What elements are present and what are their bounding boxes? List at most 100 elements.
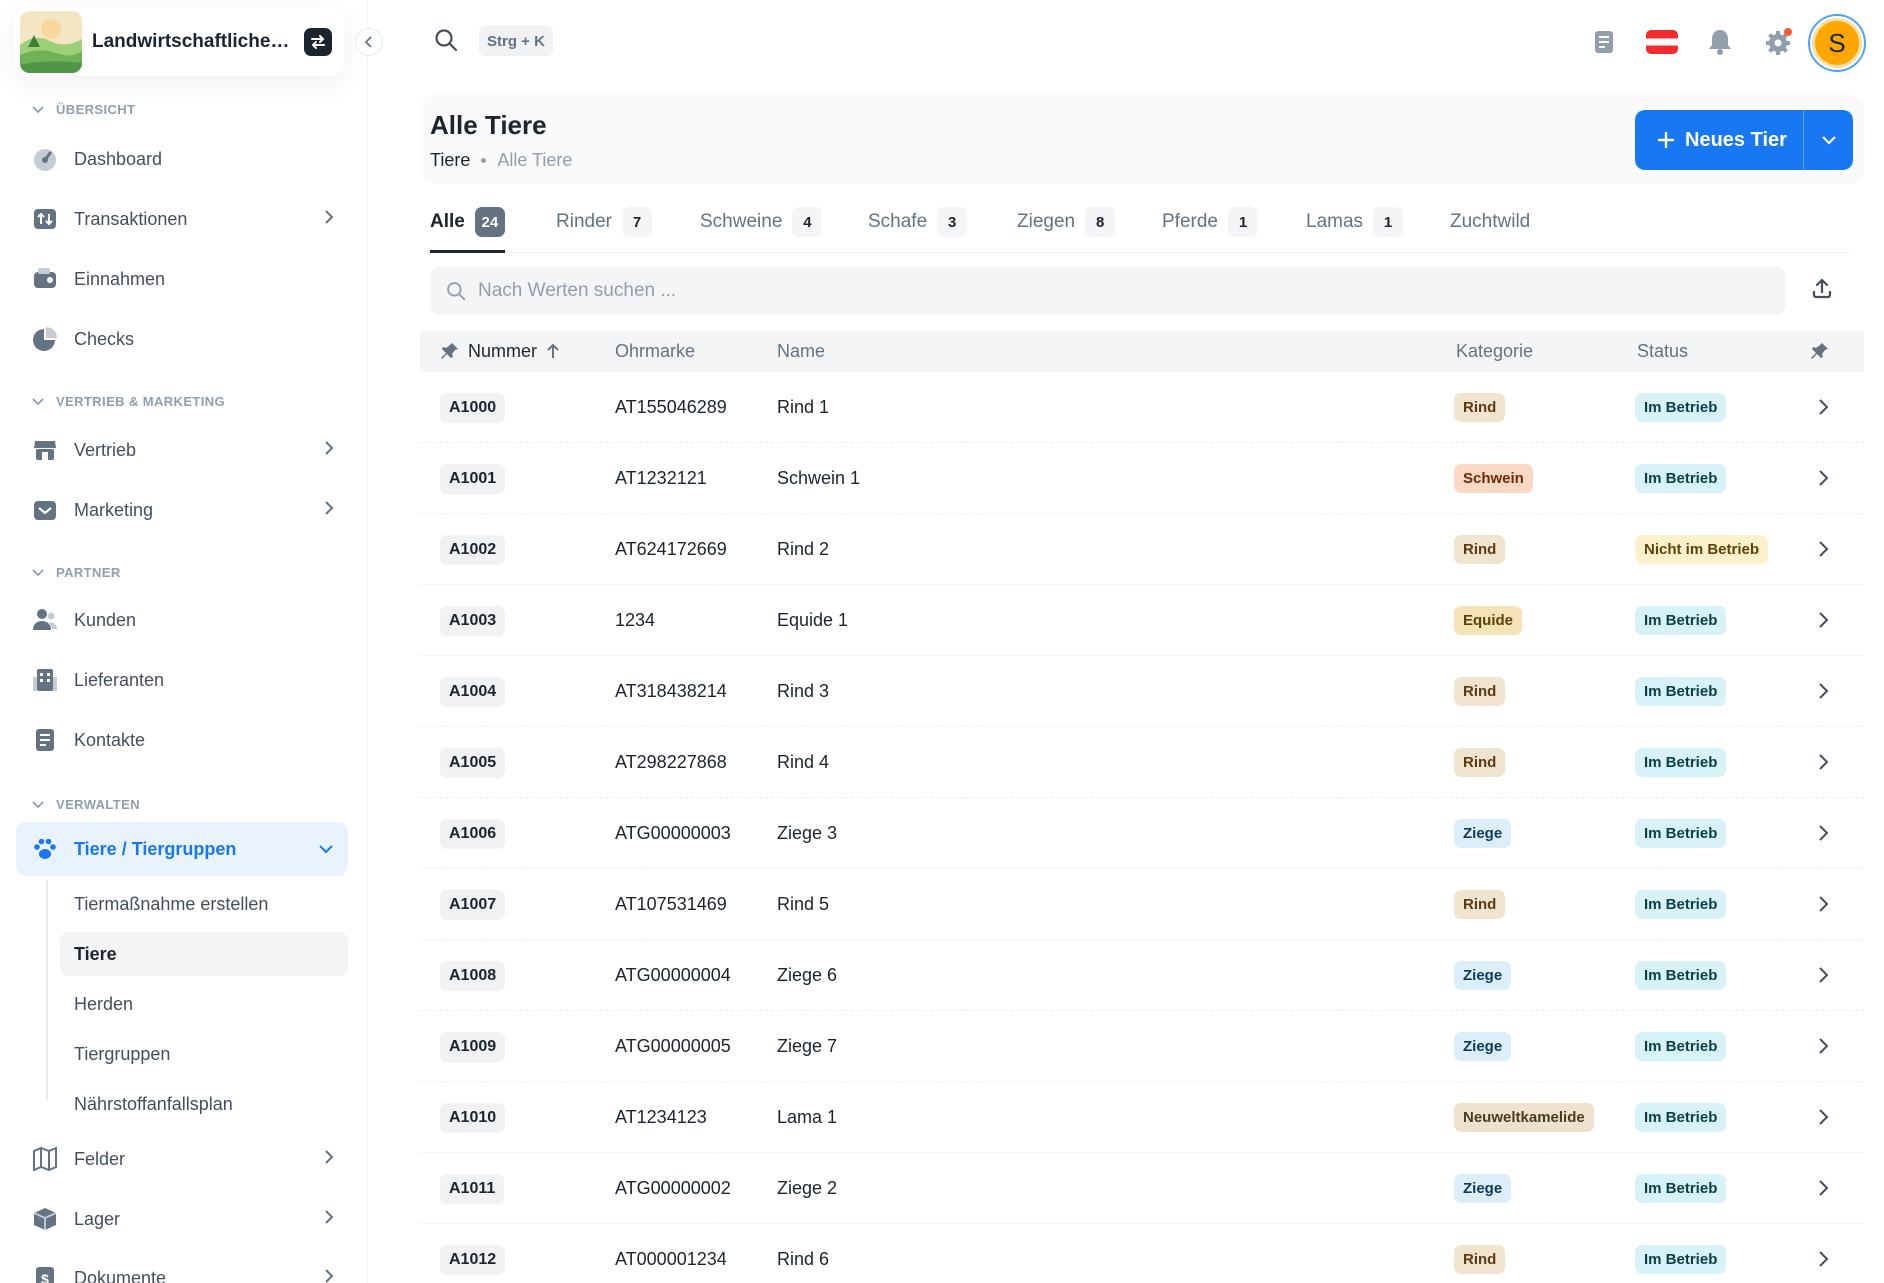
chevron-right-icon[interactable] xyxy=(1817,468,1829,488)
chevron-right-icon[interactable] xyxy=(1817,1249,1829,1269)
pin-icon xyxy=(1811,343,1828,359)
subitem-tiere[interactable]: Tiere xyxy=(60,932,348,976)
table-search-input[interactable] xyxy=(478,280,1678,302)
breadcrumb-current: Alle Tiere xyxy=(497,150,573,170)
animal-number-chip: A1000 xyxy=(440,392,506,423)
subitem-naehrstoffanfallsplan[interactable]: Nährstoffanfallsplan xyxy=(60,1082,348,1126)
sidebar-item-transaktionen[interactable]: Transaktionen xyxy=(16,192,348,246)
table-row[interactable]: A1010 AT1234123 Lama 1 Neuweltkamelide Im Be… xyxy=(420,1082,1864,1153)
switch-organization-icon[interactable] xyxy=(304,28,332,56)
search-icon xyxy=(447,282,466,301)
table-row[interactable]: A1000 AT155046289 Rind 1 Rind Im Betrieb xyxy=(420,372,1864,443)
sidebar-item-checks[interactable]: Checks xyxy=(16,312,348,366)
chevron-right-icon[interactable] xyxy=(1817,610,1829,630)
chevron-right-icon[interactable] xyxy=(1817,681,1829,701)
sidebar-item-label: Tiere / Tiergruppen xyxy=(74,838,237,859)
cell-status: Im Betrieb xyxy=(1635,940,1727,1011)
cell-kategorie: Ziege xyxy=(1454,798,1512,869)
sidebar-item-kontakte[interactable]: Kontakte xyxy=(16,713,348,767)
sidebar-item-marketing[interactable]: Marketing xyxy=(16,483,348,537)
chevron-right-icon[interactable] xyxy=(1817,397,1829,417)
chevron-right-icon[interactable] xyxy=(1817,1036,1829,1056)
tab-alle[interactable]: Alle 24 xyxy=(430,205,505,253)
tab-zuchtwild[interactable]: Zuchtwild xyxy=(1450,205,1530,253)
sidebar-item-dokumente[interactable]: $ Dokumente xyxy=(16,1251,348,1283)
section-partner[interactable]: PARTNER xyxy=(32,565,121,580)
table-row[interactable]: A1005 AT298227868 Rind 4 Rind Im Betrieb xyxy=(420,727,1864,798)
table-row[interactable]: A1008 ATG00000004 Ziege 6 Ziege Im Betrieb xyxy=(420,940,1864,1011)
sidebar-item-tiere-tiergruppen[interactable]: Tiere / Tiergruppen xyxy=(16,822,348,876)
chevron-right-icon[interactable] xyxy=(1817,894,1829,914)
animal-number-chip: A1008 xyxy=(440,960,506,991)
tab-schweine[interactable]: Schweine 4 xyxy=(700,205,823,253)
tab-label: Zuchtwild xyxy=(1450,211,1531,232)
new-animal-split-button: Neues Tier xyxy=(1635,110,1853,170)
settings-button[interactable] xyxy=(1760,24,1796,60)
tab-lamas[interactable]: Lamas 1 xyxy=(1306,205,1404,253)
column-label: Nummer xyxy=(468,340,538,361)
paw-icon xyxy=(30,834,60,864)
cell-name: Equide 1 xyxy=(777,610,849,630)
column-header-nummer[interactable]: Nummer xyxy=(440,330,561,372)
sidebar-item-kunden[interactable]: Kunden xyxy=(16,593,348,647)
organization-switcher[interactable]: Landwirtschaftlicher Betrieb xyxy=(14,8,344,76)
table-row[interactable]: A1006 ATG00000003 Ziege 3 Ziege Im Betrieb xyxy=(420,798,1864,869)
sidebar-item-lager[interactable]: Lager xyxy=(16,1192,348,1246)
column-header-name[interactable]: Name xyxy=(777,330,825,372)
table-row[interactable]: A1011 ATG00000002 Ziege 2 Ziege Im Betrieb xyxy=(420,1153,1864,1224)
tab-schafe[interactable]: Schafe 3 xyxy=(868,205,968,253)
cell-name: Schwein 1 xyxy=(777,468,861,488)
table-row[interactable]: A1002 AT624172669 Rind 2 Rind Nicht im Betri… xyxy=(420,514,1864,585)
user-avatar[interactable]: S xyxy=(1812,18,1862,68)
tab-ziegen[interactable]: Ziegen 8 xyxy=(1017,205,1116,253)
chevron-right-icon[interactable] xyxy=(1817,752,1829,772)
breadcrumb-link-tiere[interactable]: Tiere xyxy=(430,150,470,171)
chevron-right-icon[interactable] xyxy=(1817,1107,1829,1127)
chevron-right-icon[interactable] xyxy=(1817,965,1829,985)
table-row[interactable]: A1001 AT1232121 Schwein 1 Schwein Im Betrieb xyxy=(420,443,1864,514)
collapse-sidebar-button[interactable] xyxy=(355,28,383,56)
cell-status: Im Betrieb xyxy=(1635,656,1727,727)
chevron-right-icon xyxy=(325,1210,334,1224)
table-row[interactable]: A1012 AT000001234 Rind 6 Rind Im Betrieb xyxy=(420,1224,1864,1283)
sidebar-item-dashboard[interactable]: Dashboard xyxy=(16,132,348,186)
sidebar-item-lieferanten[interactable]: Lieferanten xyxy=(16,653,348,707)
table-row[interactable]: A1004 AT318438214 Rind 3 Rind Im Betrieb xyxy=(420,656,1864,727)
column-header-status[interactable]: Status xyxy=(1637,330,1688,372)
chevron-right-icon[interactable] xyxy=(1817,1178,1829,1198)
section-vertrieb-marketing[interactable]: VERTRIEB & MARKETING xyxy=(32,394,225,409)
table-row[interactable]: A1007 AT107531469 Rind 5 Rind Im Betrieb xyxy=(420,869,1864,940)
animal-number-chip: A1010 xyxy=(440,1102,506,1133)
notes-icon xyxy=(1595,31,1613,53)
sidebar-item-einnahmen[interactable]: Einnahmen xyxy=(16,252,348,306)
new-animal-dropdown-button[interactable] xyxy=(1803,110,1853,170)
chevron-right-icon xyxy=(325,210,334,224)
new-animal-button[interactable]: Neues Tier xyxy=(1635,110,1803,170)
chevron-right-icon[interactable] xyxy=(1817,823,1829,843)
sidebar-item-felder[interactable]: Felder xyxy=(16,1132,348,1186)
pin-column-button[interactable] xyxy=(1810,330,1830,372)
language-button[interactable] xyxy=(1644,24,1680,60)
subitem-herden[interactable]: Herden xyxy=(60,982,348,1026)
cell-name: Ziege 7 xyxy=(777,1036,838,1056)
table-row[interactable]: A1003 1234 Equide 1 Equide Im Betrieb xyxy=(420,585,1864,656)
chevron-right-icon[interactable] xyxy=(1817,539,1829,559)
status-badge: Im Betrieb xyxy=(1635,1174,1727,1203)
column-header-ohrmarke[interactable]: Ohrmarke xyxy=(615,330,695,372)
subitem-tiermassnahme-erstellen[interactable]: Tiermaßnahme erstellen xyxy=(60,882,348,926)
section-uebersicht[interactable]: ÜBERSICHT xyxy=(32,102,135,117)
notes-button[interactable] xyxy=(1586,24,1622,60)
subitem-tiergruppen[interactable]: Tiergruppen xyxy=(60,1032,348,1076)
tab-pferde[interactable]: Pferde 1 xyxy=(1162,205,1258,253)
global-search-button[interactable] xyxy=(434,28,458,57)
cell-name: Rind 3 xyxy=(777,681,830,701)
chevron-down-icon xyxy=(32,568,44,576)
section-verwalten[interactable]: VERWALTEN xyxy=(32,797,140,812)
column-header-kategorie[interactable]: Kategorie xyxy=(1456,330,1533,372)
tab-rinder[interactable]: Rinder 7 xyxy=(556,205,652,253)
table-row[interactable]: A1009 ATG00000005 Ziege 7 Ziege Im Betrieb xyxy=(420,1011,1864,1082)
sidebar-item-vertrieb[interactable]: Vertrieb xyxy=(16,423,348,477)
table-header: Nummer Ohrmarke Name Kategorie Status xyxy=(420,330,1864,372)
export-button[interactable] xyxy=(1810,277,1834,306)
notifications-button[interactable] xyxy=(1702,24,1738,60)
